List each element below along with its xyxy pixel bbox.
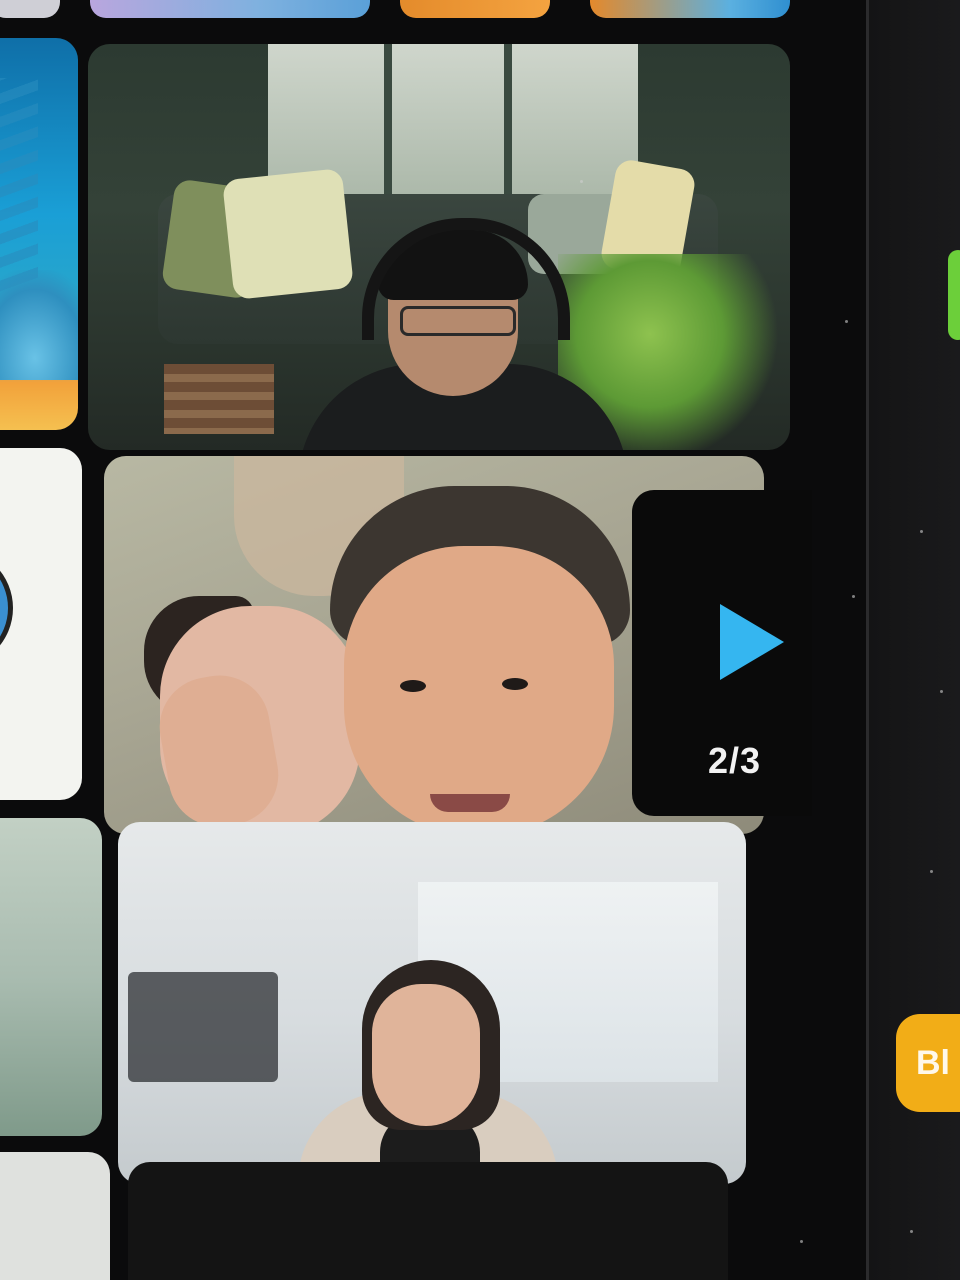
dust-speck — [800, 1240, 803, 1243]
participant-video-tile-3[interactable] — [118, 822, 746, 1184]
page-indicator: 2/3 — [708, 740, 762, 781]
window-frame — [384, 44, 392, 204]
participant-tile-top-2[interactable] — [90, 0, 370, 18]
participant-video-tile-4[interactable] — [128, 1162, 728, 1280]
participant-tile-earth-avatar[interactable] — [0, 448, 82, 800]
participant-tile-top-3[interactable] — [400, 0, 550, 18]
dust-speck — [580, 180, 583, 183]
side-panel-button[interactable]: Bl — [896, 1014, 960, 1112]
meeting-window: 2/3 Bl — [0, 0, 960, 1280]
participant-tile-left-3[interactable] — [0, 818, 102, 1136]
participant-tile-left-4[interactable] — [0, 1152, 110, 1280]
shelf — [128, 972, 278, 1082]
dust-speck — [930, 870, 933, 873]
participant-tile-top-1[interactable] — [0, 0, 60, 18]
green-indicator — [948, 250, 960, 340]
eye — [502, 678, 528, 690]
boy-face — [344, 546, 614, 834]
coral-graphic — [0, 270, 78, 380]
mouth — [430, 794, 510, 812]
globe-icon — [0, 548, 13, 668]
dust-speck — [940, 690, 943, 693]
participant-person — [278, 194, 628, 450]
dust-speck — [910, 1230, 913, 1233]
dust-speck — [920, 530, 923, 533]
participant-tile-top-4[interactable] — [590, 0, 790, 18]
person-face — [372, 984, 480, 1126]
seaweed-graphic — [0, 78, 38, 298]
next-page-arrow-icon[interactable] — [720, 604, 784, 680]
glasses — [400, 306, 516, 336]
participant-video-tile-1[interactable] — [88, 44, 790, 450]
dust-speck — [845, 320, 848, 323]
dust-speck — [852, 595, 855, 598]
eye — [400, 680, 426, 692]
gallery-pager: 2/3 — [632, 490, 812, 816]
participant-tile-ocean-avatar[interactable] — [0, 38, 78, 430]
book-stack — [164, 364, 274, 434]
window-frame — [504, 44, 512, 204]
window-background — [388, 44, 508, 204]
